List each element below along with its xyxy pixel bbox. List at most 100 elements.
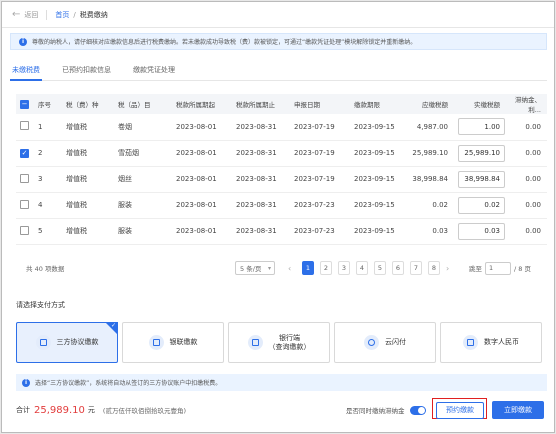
col-header: 缴款期限: [350, 94, 402, 114]
col-header: 滞纳金、利...: [506, 94, 547, 114]
col-header: 申报日期: [290, 94, 350, 114]
jump-label: 跳至: [469, 265, 482, 273]
page-button[interactable]: 7: [410, 261, 422, 275]
payment-note-text: 选择“三方协议缴款”，系统将自动从签订的三方协议账户中扣缴税费。: [35, 380, 222, 387]
page-total: / 8 页: [514, 265, 531, 273]
cell-tax: 增值税: [62, 140, 114, 167]
col-header: 税款所属期止: [232, 94, 290, 114]
tax-table: − 序号 税（费）种 税（品）目 税款所属期起 税款所属期止 申报日期 缴款期限…: [16, 94, 547, 245]
prev-page-icon[interactable]: ‹: [288, 264, 291, 273]
late-fee-toggle[interactable]: [410, 405, 426, 415]
paid-amount-input[interactable]: 0.02: [458, 196, 505, 214]
page-button[interactable]: 2: [320, 261, 332, 275]
cell-end: 2023-08-31: [232, 140, 290, 167]
row-checkbox[interactable]: [20, 173, 29, 183]
back-label: 返回: [24, 10, 39, 19]
cell-start: 2023-08-01: [172, 166, 232, 193]
cell-payable: 0.03: [402, 218, 454, 245]
total-unit: 元: [87, 406, 95, 414]
payment-tripartite[interactable]: 三方协议缴款 ✓: [16, 322, 118, 363]
pay-now-button[interactable]: 立即缴款: [492, 401, 544, 419]
schedule-payment-button[interactable]: 预约缴款: [436, 401, 484, 419]
next-page-icon[interactable]: ›: [446, 264, 449, 273]
page-button[interactable]: 6: [392, 261, 404, 275]
paid-amount-input[interactable]: 1.00: [458, 118, 505, 136]
col-header: 税（费）种: [62, 94, 114, 114]
table-row[interactable]: 1 增值税 卷烟 2023-08-01 2023-08-31 2023-07-1…: [16, 114, 547, 141]
tab-voucher[interactable]: 缴款凭证处理: [131, 65, 177, 81]
chevron-down-icon: ▾: [267, 264, 271, 272]
divider: [46, 9, 48, 20]
cell-item: 雪茄烟: [114, 140, 172, 167]
cell-decl: 2023-07-23: [290, 218, 350, 245]
cell-tax: 增值税: [62, 166, 114, 193]
page-size-select[interactable]: 5 条/页 ▾: [235, 261, 275, 275]
cell-start: 2023-08-01: [172, 140, 232, 167]
info-icon: i: [22, 378, 30, 387]
paid-amount-input[interactable]: 0.03: [458, 222, 505, 240]
cell-due: 2023-09-15: [350, 114, 402, 141]
cell-no: 1: [34, 114, 62, 141]
payment-ecny[interactable]: 数字人民币: [440, 322, 542, 363]
breadcrumb-current: 税费缴纳: [79, 10, 108, 19]
payment-name: 云闪付: [385, 338, 406, 346]
breadcrumb-home[interactable]: 首页: [55, 10, 69, 20]
cell-item: 服装: [114, 218, 172, 245]
info-icon: i: [19, 37, 27, 46]
tab-bar: 未缴税费 已预约扣款信息 缴款凭证处理: [10, 65, 547, 81]
payment-name: 银联缴款: [169, 338, 198, 346]
row-checkbox[interactable]: [20, 121, 29, 131]
page-size-value: 5 条/页: [240, 265, 262, 273]
page-button[interactable]: 1: [302, 261, 314, 275]
page-button[interactable]: 8: [428, 261, 440, 275]
cell-payable: 0.02: [402, 192, 454, 219]
payment-bank[interactable]: 银行端 （查询缴款）: [228, 322, 330, 363]
cell-item: 烟丝: [114, 166, 172, 193]
cell-end: 2023-08-31: [232, 114, 290, 141]
cell-late: 0.00: [506, 192, 547, 219]
cell-late: 0.00: [506, 166, 547, 193]
payment-methods: 三方协议缴款 ✓ 银联缴款 银行端 （查询缴款） 云闪付 数字人民币: [16, 322, 547, 363]
total-label: 合计: [16, 406, 30, 414]
tab-unpaid[interactable]: 未缴税费: [10, 65, 42, 81]
cell-due: 2023-09-15: [350, 218, 402, 245]
jump-input[interactable]: 1: [485, 261, 511, 275]
page-button[interactable]: 5: [374, 261, 386, 275]
tab-scheduled[interactable]: 已预约扣款信息: [60, 65, 113, 81]
digital-rmb-icon: [463, 335, 478, 350]
footer-bar: 合计 25,989.10 元 (贰万伍仟玖佰捌拾玖元壹角) 是否同时缴纳滞纳金 …: [16, 398, 547, 420]
back-arrow-icon: ←: [12, 9, 21, 20]
cell-end: 2023-08-31: [232, 166, 290, 193]
col-header: 实缴税额: [454, 94, 506, 114]
row-checkbox[interactable]: [20, 225, 29, 235]
cell-tax: 增值税: [62, 192, 114, 219]
top-bar: ← 返回 首页 / 税费缴纳: [2, 2, 554, 28]
total-amount: 25,989.10: [34, 404, 85, 416]
cell-decl: 2023-07-19: [290, 114, 350, 141]
paid-amount-input[interactable]: 25,989.10: [458, 144, 505, 162]
row-checkbox[interactable]: ✓: [20, 148, 29, 158]
cell-end: 2023-08-31: [232, 218, 290, 245]
payment-quickpass[interactable]: 云闪付: [334, 322, 436, 363]
table-row[interactable]: ✓ 2 增值税 雪茄烟 2023-08-01 2023-08-31 2023-0…: [16, 140, 547, 167]
table-row[interactable]: 3 增值税 烟丝 2023-08-01 2023-08-31 2023-07-1…: [16, 166, 547, 193]
select-all-checkbox[interactable]: −: [20, 99, 29, 109]
payment-unionpay[interactable]: 银联缴款: [122, 322, 224, 363]
table-header-row: − 序号 税（费）种 税（品）目 税款所属期起 税款所属期止 申报日期 缴款期限…: [16, 94, 547, 114]
pagination: 共 40 项数据 5 条/页 ▾ ‹ 1 2 3 4 5 6 7 8 › 跳至 …: [26, 260, 547, 276]
col-header: 税款所属期起: [172, 94, 232, 114]
page-button[interactable]: 4: [356, 261, 368, 275]
payment-name: 银行端 （查询缴款）: [268, 333, 311, 351]
cell-late: 0.00: [506, 114, 547, 141]
cell-start: 2023-08-01: [172, 218, 232, 245]
page-button[interactable]: 3: [338, 261, 350, 275]
row-checkbox[interactable]: [20, 199, 29, 209]
paid-amount-input[interactable]: 38,998.84: [458, 170, 505, 188]
cell-decl: 2023-07-23: [290, 192, 350, 219]
back-button[interactable]: ← 返回: [12, 9, 38, 20]
table-row[interactable]: 4 增值税 服装 2023-08-01 2023-08-31 2023-07-2…: [16, 192, 547, 219]
cell-no: 3: [34, 166, 62, 193]
table-row[interactable]: 5 增值税 服装 2023-08-01 2023-08-31 2023-07-2…: [16, 218, 547, 245]
cloud-icon: [364, 335, 379, 350]
cell-due: 2023-09-15: [350, 166, 402, 193]
